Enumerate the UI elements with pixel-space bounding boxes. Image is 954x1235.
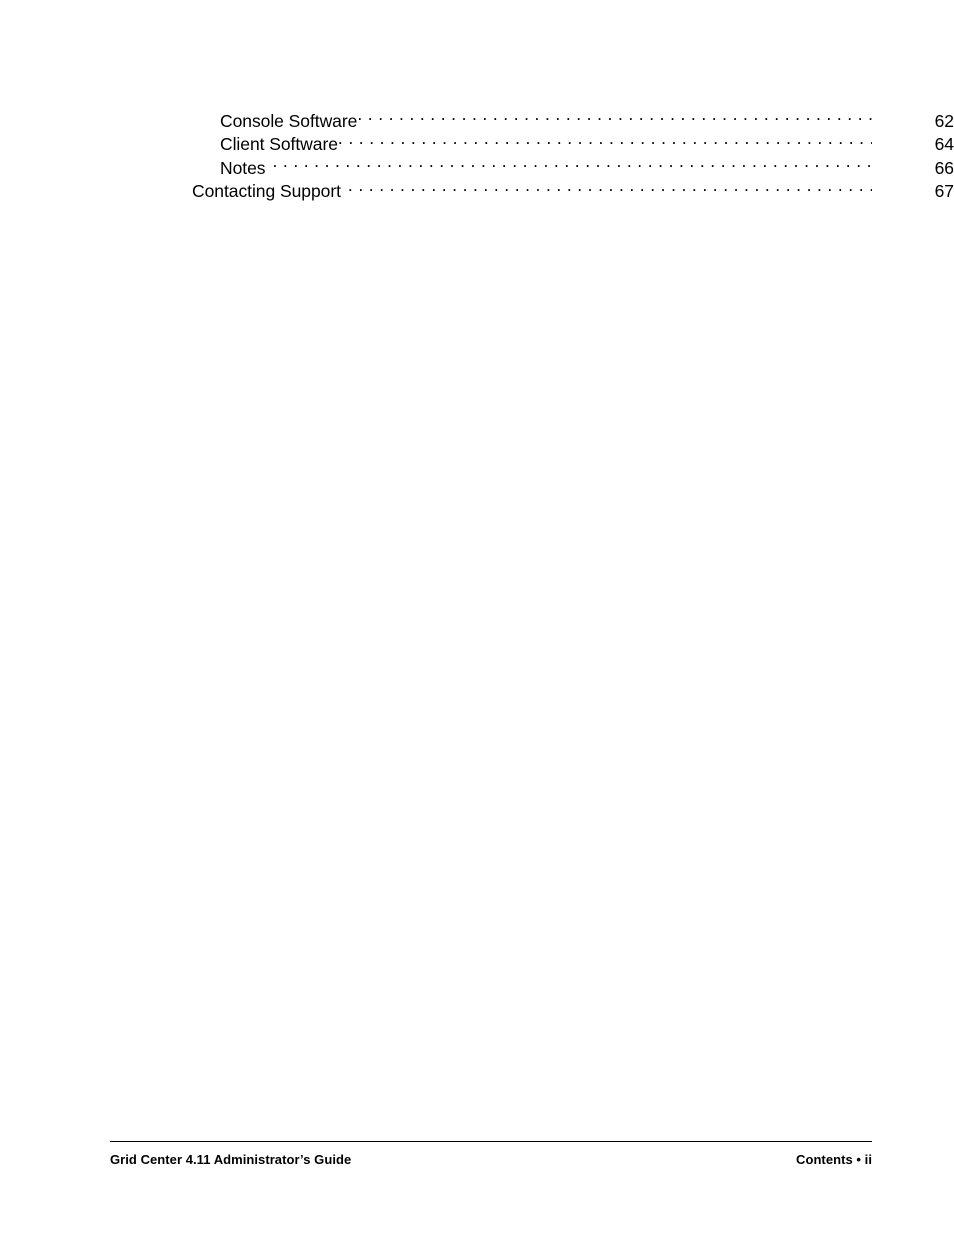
toc-dot-leader (272, 150, 872, 174)
toc-dot-leader (338, 127, 872, 151)
toc-entry[interactable]: Contacting Support 67 (0, 174, 954, 202)
toc-entry-page-number: 66 (934, 157, 954, 178)
footer-section-and-page: Contents • ii (796, 1152, 872, 1167)
toc-entry-title: Notes (220, 157, 266, 178)
toc-entry-page-number: 67 (934, 181, 954, 201)
footer-divider (110, 1141, 872, 1142)
table-of-contents: Console Software 62 Client Software 64 N… (0, 103, 954, 202)
toc-entry[interactable]: Notes 66 (0, 150, 954, 178)
footer-content: Grid Center 4.11 Administrator’s Guide C… (110, 1152, 872, 1167)
toc-entry-page-number: 62 (934, 110, 954, 131)
toc-dot-leader (348, 174, 872, 198)
footer-document-title: Grid Center 4.11 Administrator’s Guide (110, 1152, 352, 1167)
toc-dot-leader (357, 103, 872, 127)
toc-entry[interactable]: Client Software 64 (0, 127, 954, 155)
page-footer: Grid Center 4.11 Administrator’s Guide C… (110, 1141, 872, 1167)
toc-entry[interactable]: Console Software 62 (0, 103, 954, 131)
toc-entry-title: Console Software (220, 110, 358, 131)
toc-entry-title: Contacting Support (192, 181, 341, 201)
toc-entry-page-number: 64 (934, 134, 954, 154)
document-page: Console Software 62 Client Software 64 N… (0, 0, 954, 1235)
